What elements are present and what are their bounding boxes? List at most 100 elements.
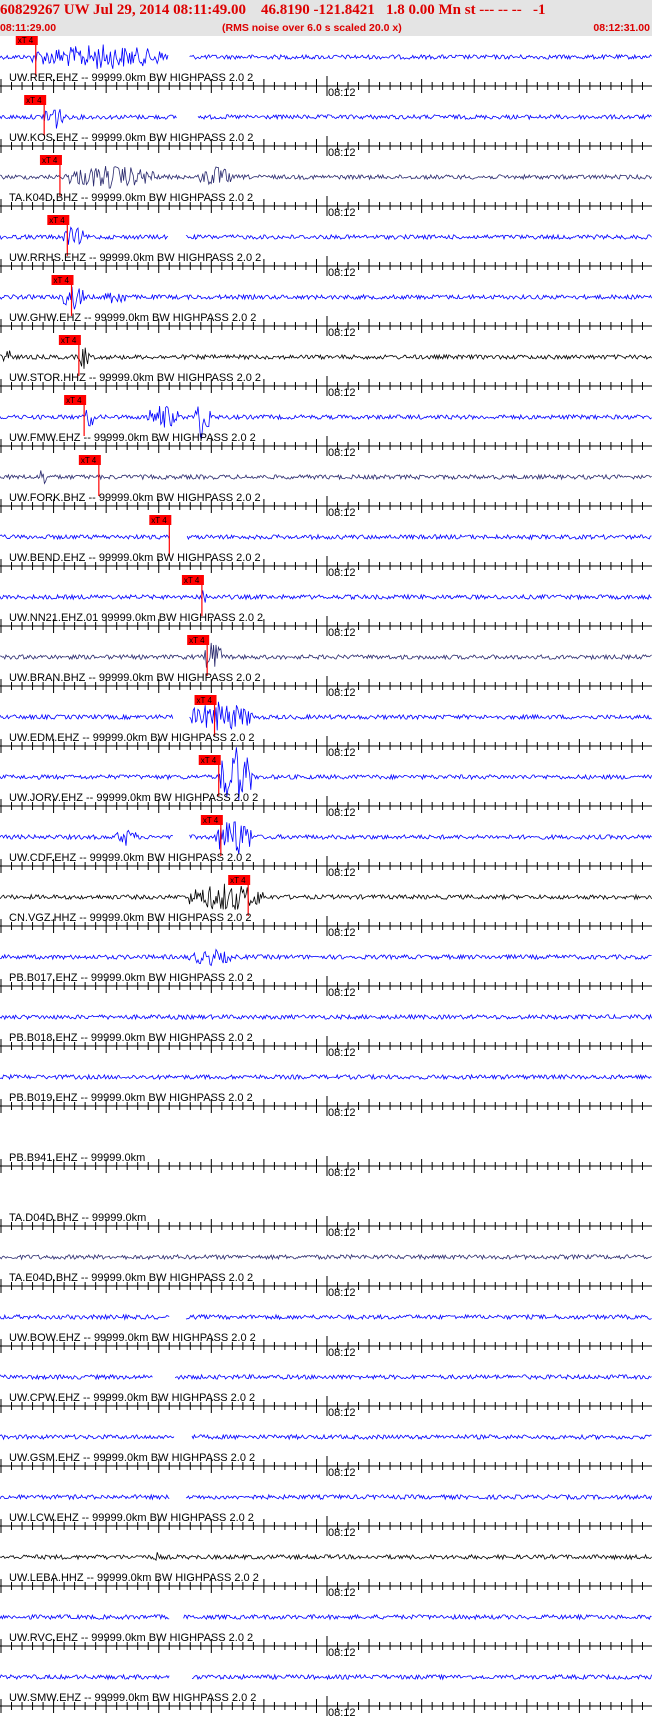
pick-label: xT 4 [42, 156, 58, 165]
station-label: UW.RVC.EHZ -- 99999.0km BW HIGHPASS 2.0 … [9, 1632, 253, 1644]
waveform-line [0, 226, 652, 246]
minute-label: 08:12 [328, 987, 356, 999]
waveform-line [0, 470, 652, 485]
minute-label: 08:12 [328, 507, 356, 519]
event-title: 60829267 UW Jul 29, 2014 08:11:49.00 46.… [0, 2, 546, 18]
seismogram-panel: xT 4 08:12 UW.RER.EHZ -- 99999.0km BW HIGH… [0, 36, 652, 1718]
station-label: UW.BOW.EHZ -- 99999.0km BW HIGHPASS 2.0 … [9, 1332, 256, 1344]
minute-label: 08:12 [328, 147, 356, 159]
station-label: CN.VGZ.HHZ -- 99999.0km BW HIGHPASS 2.0 … [9, 912, 251, 924]
minute-label: 08:12 [328, 207, 356, 219]
trace-row: xT 4 08:12 UW.STOR.HHZ -- 99999.0km BW HIG… [0, 335, 652, 399]
minute-label: 08:12 [328, 1347, 356, 1359]
minute-label: 08:12 [328, 1227, 356, 1239]
station-label: UW.LCW.EHZ -- 99999.0km BW HIGHPASS 2.0 … [9, 1512, 254, 1524]
pick-label: xT 4 [66, 396, 82, 405]
waveform-line [0, 1552, 652, 1562]
station-label: UW.STOR.HHZ -- 99999.0km BW HIGHPASS 2.0… [9, 372, 261, 384]
pick-label: xT 4 [189, 636, 205, 645]
trace-row: xT 4 08:12 UW.RER.EHZ -- 99999.0km BW HIGH… [0, 36, 652, 99]
trace-row: xT 4 08:12 UW.FMW.EHZ -- 99999.0km BW HIGH… [0, 395, 652, 459]
pick-label: xT 4 [81, 456, 97, 465]
trace-row: 08:12 UW.BOW.EHZ -- 99999.0km BW HIGHPASS… [0, 1313, 652, 1359]
trace-row: xT 4 08:12 CN.VGZ.HHZ -- 99999.0km BW HIGH… [0, 875, 652, 939]
pick-label: xT 4 [230, 876, 246, 885]
waveform-line [0, 1433, 652, 1441]
trace-row: xT 4 08:12 UW.BRAN.BHZ -- 99999.0km BW HIG… [0, 635, 652, 699]
trace-row: 08:12 UW.GSM.EHZ -- 99999.0km BW HIGHPASS… [0, 1433, 652, 1479]
station-label: PB.B019.EHZ -- 99999.0km BW HIGHPASS 2.0… [9, 1092, 253, 1104]
station-label: UW.KOS.EHZ -- 99999.0km BW HIGHPASS 2.0 … [9, 132, 253, 144]
waveform-line [0, 1013, 652, 1021]
waveform-line [0, 1613, 652, 1621]
waveform-line [0, 1253, 652, 1261]
waveform-line [0, 948, 652, 967]
minute-label: 08:12 [328, 1467, 356, 1479]
trace-row: 08:12 UW.LEBA.HHZ -- 99999.0km BW HIGHPAS… [0, 1552, 652, 1599]
station-label: UW.RRHS.EHZ -- 99999.0km BW HIGHPASS 2.0… [9, 252, 261, 264]
rms-note: (RMS noise over 6.0 s scaled 20.0 x) [222, 22, 402, 34]
trace-row: xT 4 08:12 UW.RRHS.EHZ -- 99999.0km BW HIG… [0, 215, 652, 279]
trace-row: xT 4 08:12 UW.GHW.EHZ -- 99999.0km BW HIGH… [0, 275, 652, 339]
trace-row: xT 4 08:12 TA.K04D.BHZ -- 99999.0km BW HIG… [0, 155, 652, 219]
waveform-line [0, 821, 652, 855]
station-label: UW.CDF.EHZ -- 99999.0km BW HIGHPASS 2.0 … [9, 852, 251, 864]
waveform-line [0, 1313, 652, 1321]
pick-label: xT 4 [203, 816, 219, 825]
waveform-line [0, 642, 652, 668]
start-time: 08:11:29.00 [0, 22, 57, 34]
waveform-line [0, 1373, 652, 1381]
minute-label: 08:12 [328, 567, 356, 579]
minute-label: 08:12 [328, 807, 356, 819]
pick-label: xT 4 [151, 516, 167, 525]
minute-label: 08:12 [328, 1107, 356, 1119]
trace-row: 08:12 PB.B018.EHZ -- 99999.0km BW HIGHPAS… [0, 1013, 652, 1059]
station-label: UW.CPW.EHZ -- 99999.0km BW HIGHPASS 2.0 … [9, 1392, 255, 1404]
minute-label: 08:12 [328, 1167, 356, 1179]
station-label: UW.SMW.EHZ -- 99999.0km BW HIGHPASS 2.0 … [9, 1692, 256, 1704]
minute-label: 08:12 [328, 447, 356, 459]
waveform-line [0, 533, 652, 541]
station-label: UW.NN21.EHZ.01 99999.0km BW HIGHPASS 2.0… [9, 612, 263, 624]
minute-label: 08:12 [328, 1407, 356, 1419]
station-label: TA.E04D.BHZ -- 99999.0km BW HIGHPASS 2.0… [9, 1272, 253, 1284]
waveform-line [0, 883, 652, 910]
waveform-line [0, 1673, 652, 1681]
station-label: UW.RER.EHZ -- 99999.0km BW HIGHPASS 2.0 … [9, 72, 253, 84]
minute-label: 08:12 [328, 327, 356, 339]
waveform-line [0, 166, 652, 189]
minute-label: 08:12 [328, 627, 356, 639]
pick-label: xT 4 [49, 216, 65, 225]
trace-row: 08:12 PB.B941.EHZ -- 99999.0km [0, 1152, 652, 1179]
minute-label: 08:12 [328, 267, 356, 279]
waveform-line [0, 109, 652, 129]
pick-label: xT 4 [61, 336, 77, 345]
minute-label: 08:12 [328, 87, 356, 99]
trace-row: xT 4 08:12 UW.JORV.EHZ -- 99999.0km BW HIG… [0, 747, 652, 819]
minute-label: 08:12 [328, 1707, 356, 1718]
minute-label: 08:12 [328, 1647, 356, 1659]
trace-row: 08:12 TA.E04D.BHZ -- 99999.0km BW HIGHPAS… [0, 1253, 652, 1299]
minute-label: 08:12 [328, 747, 356, 759]
trace-row: xT 4 08:12 UW.FORK.BHZ -- 99999.0km BW HIG… [0, 455, 652, 519]
station-label: UW.JORV.EHZ -- 99999.0km BW HIGHPASS 2.0… [9, 792, 258, 804]
pick-label: xT 4 [197, 696, 213, 705]
station-label: UW.BEND.EHZ -- 99999.0km BW HIGHPASS 2.0… [9, 552, 261, 564]
pick-label: xT 4 [201, 756, 217, 765]
trace-row: 08:12 UW.RVC.EHZ -- 99999.0km BW HIGHPASS… [0, 1613, 652, 1659]
station-label: TA.D04D.BHZ -- 99999.0km [9, 1212, 146, 1224]
trace-row: xT 4 08:12 UW.BEND.EHZ -- 99999.0km BW HIG… [0, 515, 652, 579]
waveform-line [0, 1073, 652, 1081]
trace-row: 08:12 UW.SMW.EHZ -- 99999.0km BW HIGHPASS… [0, 1673, 652, 1718]
trace-row: xT 4 08:12 UW.EDM.EHZ -- 99999.0km BW HIGH… [0, 695, 652, 759]
trace-row: 08:12 UW.CPW.EHZ -- 99999.0km BW HIGHPASS… [0, 1373, 652, 1419]
station-label: UW.FMW.EHZ -- 99999.0km BW HIGHPASS 2.0 … [9, 432, 256, 444]
station-label: UW.EDM.EHZ -- 99999.0km BW HIGHPASS 2.0 … [9, 732, 255, 744]
station-label: UW.GHW.EHZ -- 99999.0km BW HIGHPASS 2.0 … [9, 312, 256, 324]
station-label: TA.K04D.BHZ -- 99999.0km BW HIGHPASS 2.0… [9, 192, 253, 204]
minute-label: 08:12 [328, 867, 356, 879]
minute-label: 08:12 [328, 1047, 356, 1059]
station-label: UW.FORK.BHZ -- 99999.0km BW HIGHPASS 2.0… [9, 492, 261, 504]
station-label: UW.GSM.EHZ -- 99999.0km BW HIGHPASS 2.0 … [9, 1452, 255, 1464]
waveform-line [0, 286, 652, 310]
